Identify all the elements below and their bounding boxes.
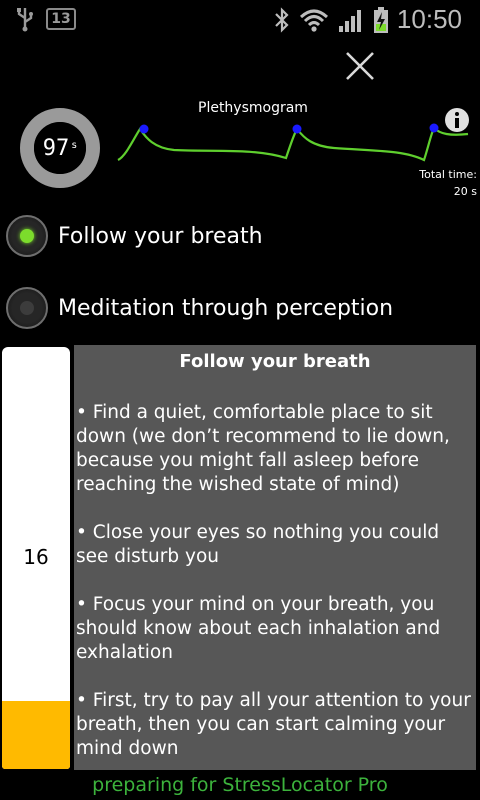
- bluetooth-icon: [275, 6, 289, 33]
- option-label: Meditation through perception: [58, 295, 394, 321]
- total-time: Total time: 20 s: [419, 166, 477, 200]
- notification-badge: 13: [46, 8, 76, 30]
- wifi-icon: [299, 9, 328, 32]
- close-button[interactable]: [340, 46, 380, 86]
- info-button[interactable]: [444, 107, 470, 133]
- timer-value: 97: [42, 135, 70, 161]
- plethysmogram-title: Plethysmogram: [198, 100, 308, 116]
- close-icon: [346, 52, 374, 80]
- total-time-value: 20 s: [453, 185, 477, 198]
- timer-unit: s: [71, 139, 78, 151]
- gauge-fill: [2, 701, 70, 769]
- plethysmogram-graph: [117, 123, 469, 162]
- usb-icon: [17, 8, 33, 32]
- radio-dot: [20, 301, 34, 315]
- radio-button[interactable]: [6, 287, 48, 329]
- option-meditation-perception[interactable]: Meditation through perception: [6, 287, 393, 329]
- panel-body: • Find a quiet, comfortable place to sit…: [76, 401, 476, 785]
- info-icon: [445, 108, 469, 132]
- signal-icon: [338, 9, 361, 32]
- pleth-peak: [139, 124, 149, 134]
- option-label: Follow your breath: [58, 223, 263, 249]
- pleth-peak: [292, 124, 302, 134]
- status-clock: 10:50: [396, 4, 462, 34]
- panel-title: Follow your breath: [179, 351, 371, 372]
- instruction-paragraph: • First, try to pay all your attention t…: [76, 690, 471, 759]
- pleth-peak: [429, 123, 439, 133]
- footer-status: preparing for StressLocator Pro: [92, 774, 388, 796]
- stress-level-gauge: 16: [2, 347, 70, 769]
- instruction-paragraph: • Close your eyes so nothing you could s…: [76, 522, 440, 567]
- session-timer: 97 s: [19, 107, 101, 189]
- total-time-label: Total time:: [419, 168, 477, 181]
- radio-dot: [20, 229, 34, 243]
- instruction-paragraph: • Find a quiet, comfortable place to sit…: [76, 402, 450, 495]
- option-follow-breath[interactable]: Follow your breath: [6, 215, 263, 257]
- gauge-value: 16: [23, 545, 49, 569]
- status-bar: 13 10:50: [0, 0, 480, 38]
- instruction-panel: Follow your breath • Find a quiet, comfo…: [74, 345, 476, 770]
- instruction-paragraph: • Focus your mind on your breath, you sh…: [76, 594, 441, 663]
- radio-button-selected[interactable]: [6, 215, 48, 257]
- battery-charging-icon: [373, 6, 388, 33]
